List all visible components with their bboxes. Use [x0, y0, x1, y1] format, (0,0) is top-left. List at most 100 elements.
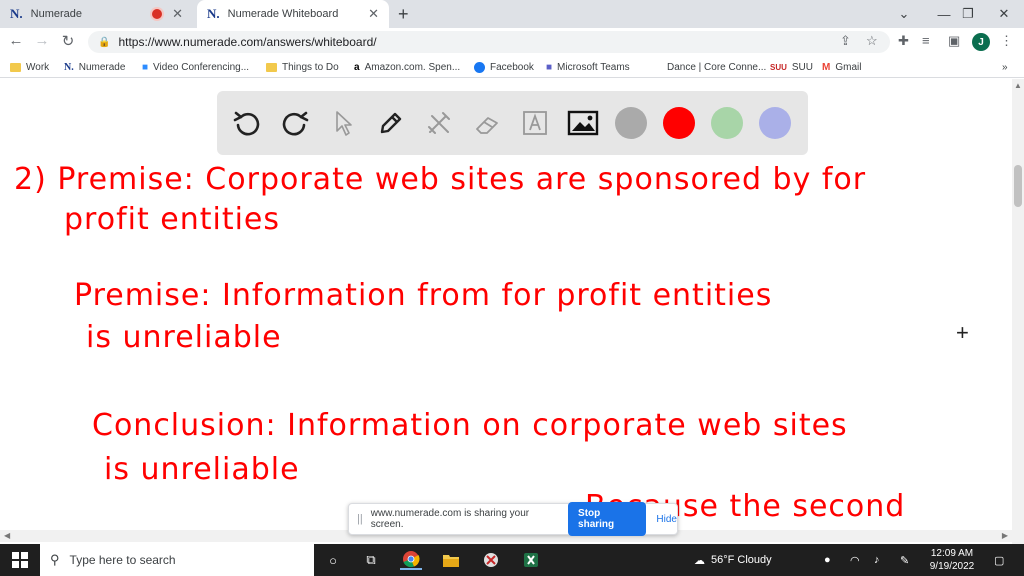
- reload-icon[interactable]: ↻: [58, 32, 78, 50]
- undo-icon[interactable]: [231, 107, 263, 139]
- side-panel-icon[interactable]: ▣: [948, 33, 960, 49]
- numerade-favicon: N.: [207, 6, 220, 21]
- bookmark-dance[interactable]: Dance | Core Conne...: [667, 59, 766, 75]
- tools-icon[interactable]: [423, 107, 455, 139]
- bookmark-amazon[interactable]: a Amazon.com. Spen...: [354, 59, 460, 75]
- handwriting-line: is unreliable: [86, 320, 282, 355]
- color-green-swatch[interactable]: [711, 107, 743, 139]
- redo-icon[interactable]: [279, 107, 311, 139]
- teams-icon: ■: [546, 61, 553, 73]
- mic-icon[interactable]: ●: [824, 544, 831, 576]
- task-view-icon[interactable]: ⧉: [360, 550, 382, 570]
- recording-icon: [152, 9, 163, 19]
- color-gray-swatch[interactable]: [615, 107, 647, 139]
- handwriting-line: 2) Premise: Corporate web sites are spon…: [14, 162, 867, 197]
- tab-strip: N. Numerade ✕ N. Numerade Whiteboard ✕ +…: [0, 0, 1024, 28]
- folder-icon: [10, 62, 21, 72]
- pen-icon[interactable]: [375, 107, 407, 139]
- volume-icon[interactable]: ♪: [874, 544, 880, 576]
- back-icon[interactable]: ←: [6, 32, 26, 49]
- share-message: www.numerade.com is sharing your screen.: [370, 508, 530, 530]
- crosshair-cursor-icon: +: [956, 320, 969, 345]
- handwriting-line: Premise: Information from for profit ent…: [74, 278, 773, 313]
- windows-start-icon[interactable]: [12, 552, 28, 568]
- screen-share-banner: || www.numerade.com is sharing your scre…: [348, 502, 678, 536]
- bookmark-label: Microsoft Teams: [557, 61, 630, 73]
- color-blue-swatch[interactable]: [759, 107, 791, 139]
- bookmark-label: Numerade: [78, 61, 126, 73]
- clock-date: 9/19/2022: [929, 561, 975, 572]
- bookmarks-bar: Work N. Numerade ■ Video Conferencing...…: [0, 56, 1024, 78]
- extensions-icon[interactable]: ✚: [898, 33, 909, 49]
- bookmark-label: Gmail: [835, 61, 862, 73]
- taskbar-search-box[interactable]: ⚲ Type here to search: [40, 544, 314, 576]
- hide-button[interactable]: Hide: [656, 514, 677, 525]
- media-icon[interactable]: ≡: [922, 33, 930, 48]
- close-tab-icon[interactable]: ✕: [368, 6, 379, 22]
- bookmark-label: Video Conferencing...: [153, 61, 250, 73]
- notifications-icon[interactable]: ▢: [994, 544, 1004, 576]
- bookmark-label: SUU: [791, 61, 814, 73]
- vertical-scrollbar[interactable]: ▲: [1012, 79, 1024, 544]
- scroll-thumb[interactable]: [1014, 165, 1022, 207]
- windows-taskbar: ⚲ Type here to search ○ ⧉ ☁ 56°F Cloudy …: [0, 544, 1024, 576]
- excel-icon[interactable]: [520, 550, 542, 570]
- bookmark-work[interactable]: Work: [10, 59, 49, 75]
- tab-search-icon[interactable]: ⌄: [884, 0, 924, 28]
- file-explorer-icon[interactable]: [440, 550, 462, 570]
- facebook-icon: [474, 61, 485, 73]
- snipping-tool-icon[interactable]: [480, 550, 502, 570]
- weather-text: 56°F Cloudy: [711, 554, 772, 566]
- eraser-icon[interactable]: [471, 107, 503, 139]
- bookmark-video-conferencing[interactable]: ■ Video Conferencing...: [142, 59, 249, 75]
- profile-avatar[interactable]: J: [972, 33, 990, 51]
- drag-handle-icon[interactable]: ||: [357, 513, 363, 525]
- folder-icon: [266, 62, 277, 72]
- bookmark-gmail[interactable]: M Gmail: [822, 59, 861, 75]
- bookmark-numerade[interactable]: N. Numerade: [64, 59, 125, 75]
- pen-tray-icon[interactable]: ✎: [900, 544, 909, 576]
- pointer-icon[interactable]: [327, 107, 359, 139]
- handwriting-line: profit entities: [64, 202, 281, 237]
- bookmark-things-to-do[interactable]: Things to Do: [266, 59, 339, 75]
- tab-numerade[interactable]: N. Numerade ✕: [0, 0, 193, 28]
- numerade-favicon: N.: [10, 6, 23, 21]
- bookmark-star-icon[interactable]: ☆: [866, 33, 878, 49]
- stop-sharing-button[interactable]: Stop sharing: [568, 502, 647, 536]
- tab-title: Numerade: [30, 8, 82, 20]
- new-tab-button[interactable]: +: [398, 4, 409, 25]
- share-icon[interactable]: ⇪: [840, 33, 851, 49]
- tab-numerade-whiteboard[interactable]: N. Numerade Whiteboard ✕: [197, 0, 389, 28]
- chrome-icon[interactable]: [400, 550, 422, 570]
- close-window-button[interactable]: ✕: [984, 0, 1024, 28]
- text-icon[interactable]: [519, 107, 551, 139]
- bookmark-facebook[interactable]: Facebook: [474, 59, 534, 75]
- more-bookmarks-icon[interactable]: »: [1002, 59, 1008, 75]
- image-icon[interactable]: [567, 107, 599, 139]
- address-bar[interactable]: 🔒 https://www.numerade.com/answers/white…: [88, 31, 890, 53]
- restore-button[interactable]: ❐: [948, 0, 988, 28]
- color-red-swatch[interactable]: [663, 107, 695, 139]
- close-tab-icon[interactable]: ✕: [172, 6, 183, 22]
- video-icon: ■: [142, 61, 149, 73]
- clock-time: 12:09 AM: [930, 548, 974, 559]
- system-clock[interactable]: 12:09 AM 9/19/2022: [920, 547, 984, 573]
- wifi-icon[interactable]: ◠: [850, 544, 860, 576]
- bookmark-label: Dance | Core Conne...: [667, 61, 767, 73]
- menu-icon[interactable]: ⋮: [1000, 33, 1013, 49]
- handwriting-line: Conclusion: Information on corporate web…: [92, 408, 848, 443]
- scroll-right-icon[interactable]: ▶: [1002, 531, 1008, 540]
- scroll-up-icon[interactable]: ▲: [1014, 81, 1022, 90]
- bookmark-suu[interactable]: SUU SUU: [770, 59, 813, 75]
- cortana-icon[interactable]: ○: [322, 550, 344, 570]
- weather-widget[interactable]: ☁ 56°F Cloudy: [694, 544, 772, 576]
- whiteboard-page[interactable]: 2) Premise: Corporate web sites are spon…: [0, 79, 1024, 544]
- scroll-left-icon[interactable]: ◀: [4, 531, 10, 540]
- forward-icon[interactable]: →: [32, 32, 52, 49]
- tab-title: Numerade Whiteboard: [227, 8, 339, 20]
- bookmark-microsoft-teams[interactable]: ■ Microsoft Teams: [546, 59, 630, 75]
- whiteboard-toolbar: [217, 91, 808, 155]
- bookmark-label: Work: [26, 61, 50, 73]
- browser-toolbar: ← → ↻ 🔒 https://www.numerade.com/answers…: [0, 28, 1024, 56]
- amazon-icon: a: [354, 61, 360, 73]
